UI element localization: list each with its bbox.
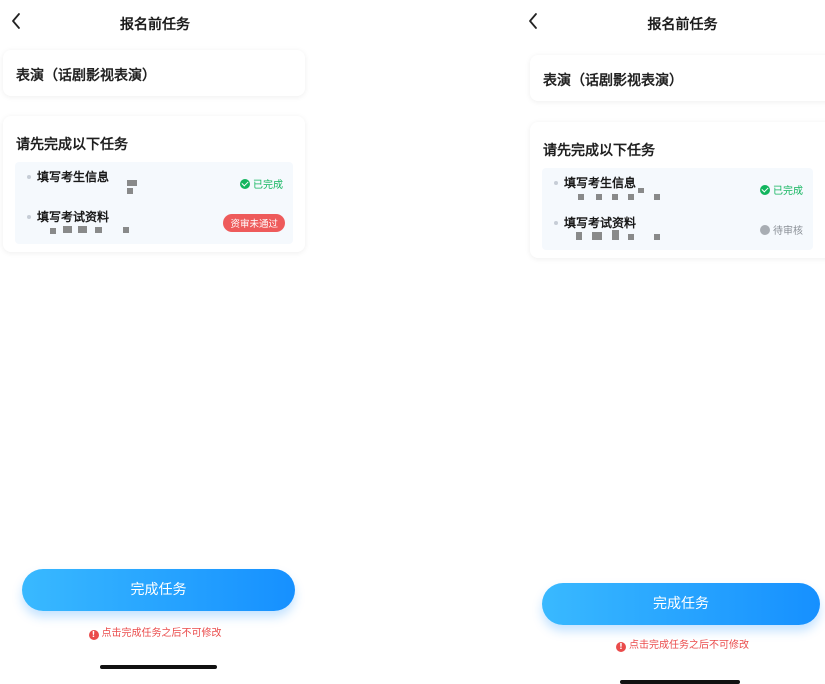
warning-text: 点击完成任务之后不可修改 <box>629 640 749 651</box>
tasks-heading: 请先完成以下任务 <box>543 143 655 159</box>
complete-task-button[interactable]: 完成任务 <box>22 569 295 611</box>
check-circle-icon <box>760 184 770 195</box>
bullet-dot <box>554 181 558 185</box>
complete-task-button[interactable]: 完成任务 <box>542 583 820 625</box>
status-completed: 已完成 <box>760 182 803 197</box>
bullet-dot <box>554 221 558 225</box>
status-label: 已完成 <box>773 186 803 197</box>
tasks-heading: 请先完成以下任务 <box>16 137 128 153</box>
task-label: 填写考试资料 <box>564 216 637 230</box>
check-circle-icon <box>240 178 250 189</box>
page-title: 报名前任务 <box>647 17 718 33</box>
task-card: 请先完成以下任务 填写考生信息 已完成 填写考试资料 待审核 <box>530 122 825 258</box>
left-screen: 报名前任务 表演（话剧影视表演） 请先完成以下任务 填写考生信息 已完成 填写考… <box>0 0 310 684</box>
warning-notice: ! 点击完成任务之后不可修改 <box>520 636 825 652</box>
nav-bar: 报名前任务 <box>520 0 825 46</box>
task-list: 填写考生信息 已完成 填写考试资料 <box>542 168 813 250</box>
status-completed: 已完成 <box>240 176 283 191</box>
task-label: 填写考生信息 <box>564 176 637 190</box>
task-label: 填写考试资料 <box>37 210 110 224</box>
status-label: 待审核 <box>773 226 803 237</box>
masked-content <box>45 180 165 196</box>
bullet-dot <box>27 215 31 219</box>
status-label: 已完成 <box>253 180 283 191</box>
warning-icon: ! <box>616 642 626 652</box>
warning-notice: ! 点击完成任务之后不可修改 <box>0 624 310 640</box>
status-pending: 待审核 <box>760 222 803 237</box>
subject-card[interactable]: 表演（话剧影视表演） <box>530 55 825 101</box>
bullet-dot <box>27 175 31 179</box>
task-label: 填写考生信息 <box>37 170 110 184</box>
home-indicator <box>100 665 217 669</box>
task-row-student-info[interactable]: 填写考生信息 已完成 <box>15 164 293 204</box>
page-title: 报名前任务 <box>120 17 190 33</box>
warning-text: 点击完成任务之后不可修改 <box>101 628 222 639</box>
masked-content <box>572 230 692 242</box>
task-list: 填写考生信息 已完成 填写考试资料 <box>15 162 293 244</box>
home-indicator <box>620 680 740 684</box>
task-row-student-info[interactable]: 填写考生信息 已完成 <box>542 170 813 210</box>
subject-card[interactable]: 表演（话剧影视表演） <box>3 50 305 96</box>
task-row-exam-materials[interactable]: 填写考试资料 待审核 <box>542 210 813 250</box>
masked-content <box>572 188 692 202</box>
nav-bar: 报名前任务 <box>0 0 310 46</box>
status-rejected-badge: 资审未通过 <box>223 214 285 232</box>
right-screen: 报名前任务 表演（话剧影视表演） 请先完成以下任务 填写考生信息 已完成 填写考… <box>520 0 825 684</box>
subject-name: 表演（话剧影视表演） <box>16 68 156 84</box>
pending-dot-icon <box>760 224 770 235</box>
masked-content <box>45 226 165 236</box>
warning-icon: ! <box>88 630 99 640</box>
subject-name: 表演（话剧影视表演） <box>543 73 683 89</box>
task-card: 请先完成以下任务 填写考生信息 已完成 填写考试资料 资审未通过 <box>3 116 305 252</box>
task-row-exam-materials[interactable]: 填写考试资料 资审未通过 <box>15 204 293 244</box>
status-label: 资审未通过 <box>230 219 278 230</box>
